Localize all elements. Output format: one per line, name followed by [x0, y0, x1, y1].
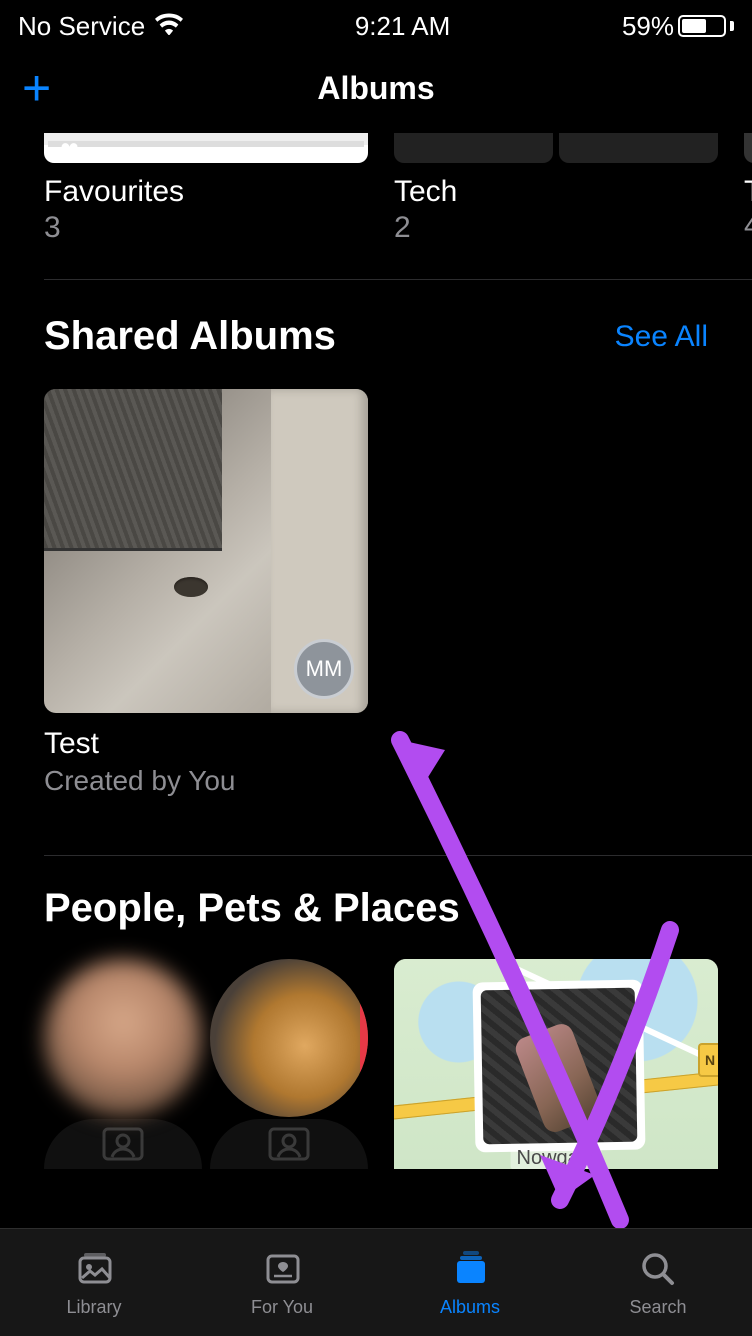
map-photo-pin: [473, 980, 646, 1153]
add-album-button[interactable]: +: [22, 63, 51, 113]
album-title: T: [744, 175, 752, 209]
person-placeholder-icon: [210, 1119, 368, 1169]
content-scroll[interactable]: ♥ Favourites 3 Tech 2 T 4 Shared Albums …: [0, 133, 752, 1169]
battery-indicator: 59%: [622, 11, 734, 42]
album-count: 3: [44, 211, 368, 245]
my-albums-row[interactable]: ♥ Favourites 3 Tech 2 T 4: [0, 133, 752, 245]
people-pets-tile[interactable]: [44, 959, 368, 1169]
tab-label: For You: [251, 1297, 313, 1318]
shared-album-subtitle: Created by You: [44, 765, 752, 797]
person-placeholder-icon: [44, 1119, 202, 1169]
map-place-label: Nowgam: [511, 1147, 602, 1169]
status-bar: No Service 9:21 AM 59%: [0, 0, 752, 46]
for-you-icon: [260, 1248, 304, 1293]
tab-label: Albums: [440, 1297, 500, 1318]
shared-album-title: Test: [44, 727, 752, 761]
album-card-tech[interactable]: Tech 2: [394, 133, 718, 245]
pet-avatar: [210, 959, 368, 1117]
album-thumbnail: [394, 133, 718, 163]
tab-bar: Library For You Albums Search: [0, 1228, 752, 1336]
wifi-icon: [155, 11, 183, 42]
clock-text: 9:21 AM: [355, 11, 450, 42]
see-all-shared-button[interactable]: See All: [615, 320, 708, 354]
album-title: Favourites: [44, 175, 368, 209]
places-map-tile[interactable]: N Nowgam: [394, 959, 718, 1169]
album-title: Tech: [394, 175, 718, 209]
tab-label: Library: [66, 1297, 121, 1318]
tab-albums[interactable]: Albums: [376, 1229, 564, 1336]
search-icon: [636, 1248, 680, 1293]
tab-search[interactable]: Search: [564, 1229, 752, 1336]
tab-label: Search: [629, 1297, 686, 1318]
library-icon: [72, 1248, 116, 1293]
battery-percent-text: 59%: [622, 11, 674, 42]
album-count: 2: [394, 211, 718, 245]
shared-albums-heading: Shared Albums: [44, 314, 336, 359]
albums-icon: [448, 1248, 492, 1293]
tab-for-you[interactable]: For You: [188, 1229, 376, 1336]
carrier-text: No Service: [18, 11, 145, 42]
people-pets-places-heading: People, Pets & Places: [44, 886, 460, 931]
album-count: 4: [744, 209, 752, 243]
heart-icon: ♥: [60, 133, 79, 163]
album-card-peek[interactable]: T 4: [744, 133, 752, 245]
highway-badge: N: [698, 1043, 718, 1077]
album-card-favourites[interactable]: ♥ Favourites 3: [44, 133, 368, 245]
avatar-badge: MM: [294, 639, 354, 699]
page-title: Albums: [317, 70, 434, 107]
shared-album-test[interactable]: MM: [44, 389, 368, 713]
person-avatar: [44, 959, 202, 1117]
nav-header: + Albums: [0, 46, 752, 130]
album-thumbnail: ♥: [44, 133, 368, 163]
tab-library[interactable]: Library: [0, 1229, 188, 1336]
